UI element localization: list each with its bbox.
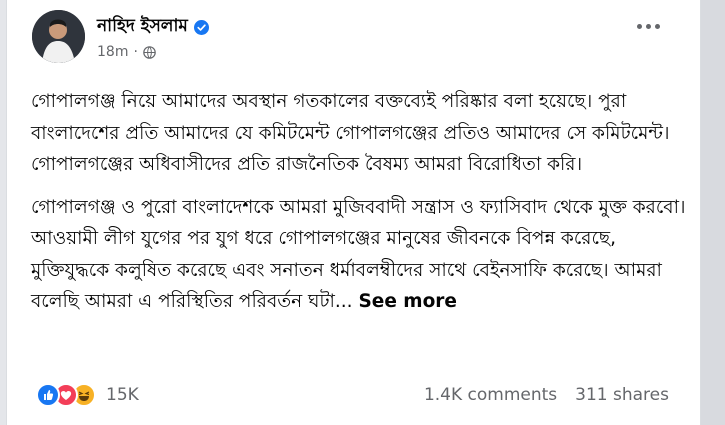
see-more-link[interactable]: See more	[358, 291, 457, 312]
more-options-button[interactable]	[637, 24, 660, 29]
post-paragraph: গোপালগঞ্জ ও পুরো বাংলাদেশকে আমরা মুজিববা…	[31, 192, 691, 318]
avatar[interactable]	[32, 10, 85, 63]
verified-badge-icon	[193, 19, 209, 35]
comments-count[interactable]: 1.4K comments	[424, 385, 557, 405]
more-options-icon	[637, 24, 642, 29]
reaction-count[interactable]: 15K	[106, 385, 139, 405]
shares-count[interactable]: 311 shares	[575, 385, 669, 405]
post-stats: 1.4K comments 311 shares	[424, 385, 669, 405]
reactions-summary[interactable]: 15K	[36, 383, 139, 407]
post-paragraph: গোপালগঞ্জ নিয়ে আমাদের অবস্থান গতকালের ব…	[31, 91, 670, 175]
background-strip	[701, 0, 725, 425]
post-timestamp[interactable]: 18m	[97, 44, 128, 60]
post-text: গোপালগঞ্জ নিয়ে আমাদের অবস্থান গতকালের ব…	[31, 86, 691, 318]
like-icon	[36, 383, 60, 407]
author-name[interactable]: নাহিদ ইসলাম	[97, 13, 188, 41]
post-card: নাহিদ ইসলাম 18m · গোপালগঞ্জ নিয়ে আমাদের…	[6, 0, 701, 425]
separator-dot: ·	[133, 44, 138, 60]
globe-icon	[143, 45, 156, 59]
